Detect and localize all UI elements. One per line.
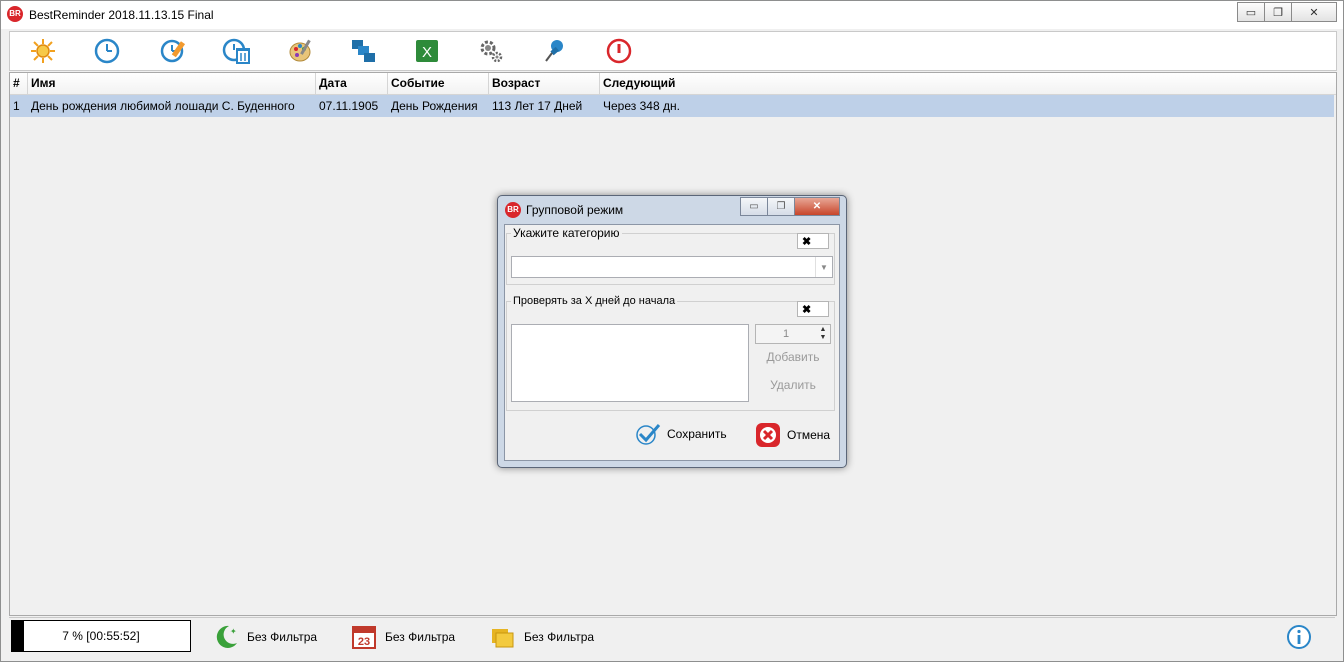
days-clear-button[interactable]: ✖: [797, 301, 829, 317]
delete-button[interactable]: Удалить: [755, 378, 831, 392]
column-header-date[interactable]: Дата: [316, 73, 388, 94]
calendar-day: 23: [358, 636, 370, 648]
chevron-down-icon[interactable]: ▼: [815, 257, 832, 277]
filter-moon[interactable]: ✦ Без Фильтра: [215, 621, 317, 653]
svg-text:✦: ✦: [230, 627, 237, 636]
cancel-button-label: Отмена: [787, 428, 831, 442]
dialog-minimize-button[interactable]: ▭: [740, 197, 768, 216]
column-header-name[interactable]: Имя: [28, 73, 316, 94]
dialog-body: Укажите категорию ✖ ▼ Проверять за X дне…: [504, 224, 840, 461]
days-list[interactable]: [511, 324, 749, 402]
close-button[interactable]: ✕: [1291, 2, 1337, 22]
category-select[interactable]: ▼: [511, 256, 833, 278]
dialog-close-button[interactable]: ✕: [794, 197, 840, 216]
days-stepper-value: 1: [782, 328, 790, 340]
svg-text:X: X: [422, 44, 432, 61]
palette-icon[interactable]: [284, 35, 318, 67]
minimize-button[interactable]: ▭: [1237, 2, 1265, 22]
windows-tiles-icon[interactable]: [346, 35, 380, 67]
progress-text: 7 % [00:55:52]: [62, 629, 140, 643]
filter-moon-label: Без Фильтра: [247, 630, 318, 644]
column-header-next[interactable]: Следующий: [600, 73, 1334, 94]
clock-icon[interactable]: [90, 35, 124, 67]
category-clear-button[interactable]: ✖: [797, 233, 829, 249]
cell-age: 113 Лет 17 Дней: [492, 99, 583, 113]
days-before-group: Проверять за X дней до начала ✖ 1 ▲ ▼ Доб…: [506, 295, 835, 411]
filter-folders-label: Без Фильтра: [524, 630, 595, 644]
filter-calendar-label: Без Фильтра: [385, 630, 456, 644]
excel-icon[interactable]: X: [410, 35, 444, 67]
calendar-icon: 23: [352, 626, 376, 649]
column-header-num[interactable]: #: [10, 73, 28, 94]
window-title: BestReminder 2018.11.13.15 Final: [29, 8, 214, 22]
cell-event: День Рождения: [391, 99, 478, 113]
folders-icon: [492, 629, 514, 648]
info-icon: [1287, 625, 1311, 649]
stepper-arrows-icon[interactable]: ▲ ▼: [817, 325, 829, 343]
checkmark-icon: [636, 424, 661, 445]
app-logo-icon: BR: [7, 6, 23, 22]
cancel-button[interactable]: Отмена: [755, 422, 830, 448]
sun-gear-icon[interactable]: [26, 35, 60, 67]
table-header: # Имя Дата Событие Возраст Следующий: [10, 73, 1336, 95]
dialog-window-controls: ▭ ❐ ✕: [740, 197, 840, 216]
save-button-label: Сохранить: [667, 427, 727, 441]
pin-icon[interactable]: [538, 35, 572, 67]
save-button[interactable]: Сохранить: [635, 422, 727, 446]
days-stepper[interactable]: 1 ▲ ▼: [755, 324, 831, 344]
maximize-button[interactable]: ❐: [1264, 2, 1292, 22]
dialog-maximize-button[interactable]: ❐: [767, 197, 795, 216]
table-row[interactable]: 1 День рождения любимой лошади С. Буденн…: [10, 95, 1334, 117]
power-icon[interactable]: [602, 35, 636, 67]
filter-calendar[interactable]: 23 Без Фильтра: [351, 621, 455, 653]
cell-name: День рождения любимой лошади С. Буденног…: [31, 99, 295, 113]
progress-bar: 7 % [00:55:52]: [11, 620, 191, 652]
settings-gears-icon[interactable]: [474, 35, 508, 67]
dialog-title: Групповой режим: [526, 203, 624, 217]
window-controls: ▭ ❐ ✕: [1237, 2, 1337, 22]
moon-star-icon: ✦: [216, 625, 237, 648]
group-mode-dialog: BR Групповой режим ▭ ❐ ✕ Укажите категор…: [497, 195, 847, 468]
cancel-icon: [756, 423, 780, 447]
title-bar: BR BestReminder 2018.11.13.15 Final ▭ ❐ …: [1, 1, 1343, 29]
days-group-label: Проверять за X дней до начала: [511, 295, 678, 307]
cell-next: Через 348 дн.: [603, 99, 680, 113]
column-header-event[interactable]: Событие: [388, 73, 489, 94]
category-group-label: Укажите категорию: [511, 226, 622, 240]
clock-edit-icon[interactable]: [156, 35, 190, 67]
status-bar: 7 % [00:55:52] ✦ Без Фильтра 23 Без Филь…: [9, 617, 1335, 658]
clock-delete-icon[interactable]: [220, 35, 254, 67]
toolbar: X: [9, 31, 1337, 71]
column-header-age[interactable]: Возраст: [489, 73, 600, 94]
filter-folders[interactable]: Без Фильтра: [490, 621, 594, 653]
category-group: Укажите категорию ✖ ▼: [506, 226, 835, 285]
cell-num: 1: [13, 99, 20, 113]
add-button[interactable]: Добавить: [755, 350, 831, 364]
cell-date: 07.11.1905: [319, 99, 379, 113]
dialog-logo-icon: BR: [505, 202, 521, 218]
info-button[interactable]: [1285, 621, 1313, 653]
